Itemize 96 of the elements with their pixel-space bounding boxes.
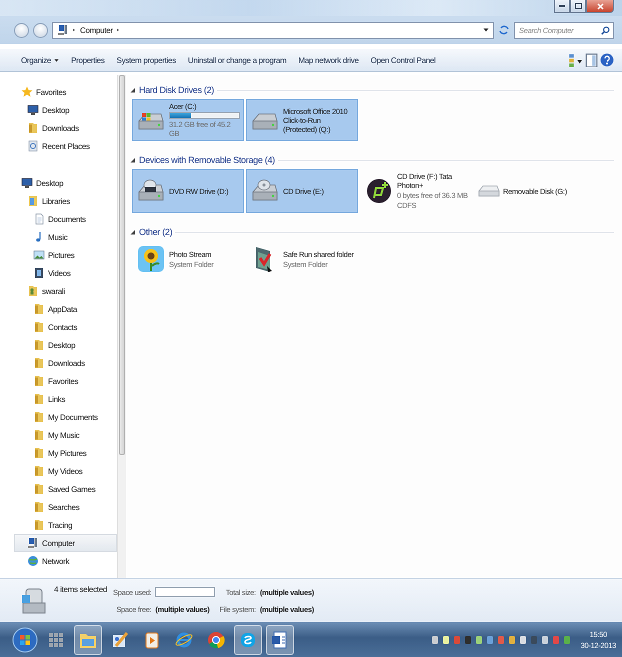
- selection-summary: 4 items selected: [54, 585, 108, 594]
- start-button[interactable]: [12, 626, 38, 652]
- computer-icon: [27, 537, 39, 549]
- chrome-icon: [206, 630, 226, 650]
- collapse-arrow-icon: [130, 157, 136, 163]
- nav-tree-item[interactable]: Pictures: [14, 246, 117, 264]
- search-icon: [601, 26, 610, 34]
- nav-tree-item[interactable]: Desktop: [14, 174, 117, 192]
- address-bar[interactable]: Computer: [52, 22, 494, 38]
- nav-tree-item[interactable]: Saved Games: [14, 480, 117, 498]
- nav-tree-item[interactable]: AppData: [14, 300, 117, 318]
- collapse-arrow-icon: [130, 229, 136, 235]
- nav-tree-item[interactable]: Downloads: [14, 354, 117, 372]
- folder-icon: [33, 501, 45, 513]
- nav-tree-item[interactable]: Libraries: [14, 192, 117, 210]
- nav-tree-item[interactable]: Music: [14, 228, 117, 246]
- forward-button[interactable]: [33, 22, 48, 38]
- nav-tree-item[interactable]: Favorites: [14, 83, 117, 101]
- dropdown-caret-icon: [483, 27, 489, 33]
- library-icon: [27, 195, 39, 207]
- chevron-icon: [116, 26, 121, 34]
- toolbar-button[interactable]: Open Control Panel: [366, 54, 441, 66]
- star-icon: [21, 86, 33, 98]
- nav-tree-item[interactable]: Computer: [14, 534, 117, 552]
- modem-logo-icon: [364, 176, 394, 206]
- network-icon: [27, 555, 39, 567]
- folder-icon: [33, 429, 45, 441]
- folder-icon: [33, 375, 45, 387]
- recent-places-icon: [27, 140, 39, 152]
- folder-icon: [33, 339, 45, 351]
- nav-tree-item[interactable]: swarali: [14, 282, 117, 300]
- toolbar-button[interactable]: Map network drive: [293, 54, 364, 66]
- folder-icon: [33, 483, 45, 495]
- nav-tree-item[interactable]: My Music: [14, 426, 117, 444]
- view-options-icon: [568, 53, 582, 67]
- capacity-bar: [169, 112, 240, 119]
- palette-brush-icon: [110, 630, 130, 650]
- computer-icon: [57, 24, 69, 36]
- group-header[interactable]: Other (2): [139, 227, 172, 237]
- toolbar-button[interactable]: Properties: [66, 54, 110, 66]
- picture-icon: [33, 249, 45, 261]
- folder-icon: [33, 321, 45, 333]
- nav-tree-item[interactable]: Network: [14, 552, 117, 570]
- document-icon: [33, 213, 45, 225]
- nav-tree-item[interactable]: My Documents: [14, 408, 117, 426]
- nav-tree-item[interactable]: My Pictures: [14, 444, 117, 462]
- taskbar-app-button[interactable]: [234, 624, 262, 654]
- sunflower-icon: [136, 244, 166, 274]
- nav-tree-item[interactable]: My Videos: [14, 462, 117, 480]
- toolbar-button[interactable]: Uninstall or change a program: [182, 54, 292, 66]
- folder-icon: [33, 411, 45, 423]
- monitor-icon: [21, 177, 33, 189]
- maximize-button[interactable]: [570, 0, 586, 13]
- caret-icon: [54, 58, 60, 62]
- nav-tree-item[interactable]: Desktop: [14, 336, 117, 354]
- nav-tree-item[interactable]: Links: [14, 390, 117, 408]
- preview-pane-icon: [584, 53, 598, 67]
- space-used-bar: [155, 587, 216, 597]
- nav-tree-item[interactable]: Tracing: [14, 516, 117, 534]
- folder-icon: [33, 465, 45, 477]
- usb-drive-icon: [478, 185, 500, 197]
- collapse-arrow-icon: [130, 87, 136, 93]
- folder-icon: [33, 519, 45, 531]
- film-icon: [33, 267, 45, 279]
- breadcrumb-item[interactable]: Computer: [80, 26, 113, 34]
- folder-icon: [33, 447, 45, 459]
- folder-icon: [33, 393, 45, 405]
- minimize-button[interactable]: [554, 0, 570, 13]
- help-icon: [600, 53, 614, 67]
- refresh-icon: [498, 23, 510, 37]
- group-header[interactable]: Hard Disk Drives (2): [139, 85, 214, 95]
- folder-icon: [33, 303, 45, 315]
- folder-icon: [33, 357, 45, 369]
- user-folder-icon: [27, 285, 39, 297]
- nav-tree-item[interactable]: Favorites: [14, 372, 117, 390]
- toolbar-button[interactable]: Organize: [16, 54, 64, 66]
- group-header[interactable]: Devices with Removable Storage (4): [139, 155, 275, 165]
- close-icon: [596, 2, 604, 10]
- nav-tree-item[interactable]: Recent Places: [14, 137, 117, 155]
- minimize-icon: [559, 5, 565, 7]
- nav-tree-item[interactable]: Videos: [14, 264, 117, 282]
- toolbar-button[interactable]: System properties: [112, 54, 181, 66]
- close-button[interactable]: [586, 0, 614, 13]
- scrollbar[interactable]: [117, 75, 126, 578]
- back-button[interactable]: [14, 22, 29, 38]
- maximize-icon: [574, 3, 582, 9]
- nav-tree-item[interactable]: Documents: [14, 210, 117, 228]
- monitor-icon: [27, 104, 39, 116]
- nav-tree-item[interactable]: Contacts: [14, 318, 117, 336]
- nav-tree-item[interactable]: Desktop: [14, 101, 117, 119]
- browser-e-icon: [174, 630, 194, 650]
- nav-tree-item[interactable]: Downloads: [14, 119, 117, 137]
- nav-tree-item[interactable]: Searches: [14, 498, 117, 516]
- chevron-icon: [72, 26, 77, 34]
- taskbar-app-button[interactable]: [266, 624, 294, 654]
- folder-icon: [27, 122, 39, 134]
